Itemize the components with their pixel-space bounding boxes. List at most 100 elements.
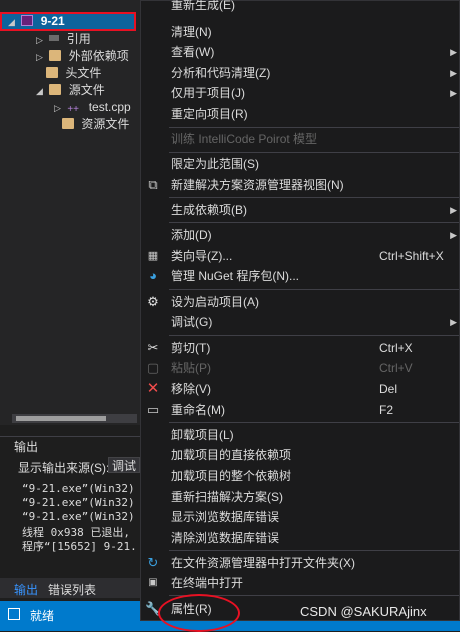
project-label: 9-21 xyxy=(40,14,65,28)
menu-item-label: 调试(G) xyxy=(171,315,213,329)
menu-item-shortcut: F2 xyxy=(379,403,394,417)
menu-item-clean[interactable]: 清理(N) xyxy=(141,22,459,42)
menu-item-label: 粘贴(P) xyxy=(171,361,211,375)
menu-item-set-startup[interactable]: ⚙ 设为启动项目(A) xyxy=(141,292,459,312)
menu-item-manage-nuget[interactable]: ◕ 管理 NuGet 程序包(N)... xyxy=(141,266,459,286)
menu-item-paste: ▢ 粘贴(P) Ctrl+V xyxy=(141,358,459,378)
menu-item-rebuild[interactable]: 重新生成(E) xyxy=(141,0,459,15)
menu-item-label: 重命名(M) xyxy=(171,403,225,417)
menu-item-class-wizard[interactable]: ▦ 类向导(Z)... Ctrl+Shift+X xyxy=(141,246,459,266)
submenu-arrow-icon: ▶ xyxy=(450,47,457,57)
menu-separator xyxy=(169,197,459,198)
output-title: 输出 xyxy=(14,440,39,454)
folder-icon xyxy=(49,84,62,95)
menu-item-label: 生成依赖项(B) xyxy=(171,203,247,217)
class-wizard-icon: ▦ xyxy=(147,250,159,262)
project-node-9-21[interactable]: ◢ 9-21 xyxy=(0,12,136,31)
expanded-arrow-icon[interactable]: ◢ xyxy=(36,83,46,100)
collapsed-arrow-icon[interactable]: ▷ xyxy=(54,100,64,117)
menu-item-label: 新建解决方案资源管理器视图(N) xyxy=(171,178,344,192)
scrollbar-thumb[interactable] xyxy=(16,416,106,421)
output-source-label: 显示输出来源(S): xyxy=(18,461,110,475)
tree-item-references[interactable]: ▷ 引用 xyxy=(36,31,91,48)
menu-item-shortcut: Ctrl+V xyxy=(379,361,413,375)
menu-item-retarget[interactable]: 重定向项目(R) xyxy=(141,104,459,124)
menu-item-view[interactable]: 查看(W) ▶ xyxy=(141,42,459,62)
output-line: “9-21.exe”(Win32) xyxy=(22,496,135,509)
menu-item-cut[interactable]: ✂ 剪切(T) Ctrl+X xyxy=(141,338,459,358)
menu-item-label: 查看(W) xyxy=(171,45,215,59)
submenu-arrow-icon: ▶ xyxy=(450,230,457,240)
folder-icon xyxy=(46,67,58,78)
menu-item-shortcut: Ctrl+X xyxy=(379,341,413,355)
menu-item-remove[interactable]: ✕ 移除(V) Del xyxy=(141,379,459,399)
menu-item-train-intellicode: 训练 IntelliCode Poirot 模型 xyxy=(141,129,459,149)
menu-item-add[interactable]: 添加(D) ▶ xyxy=(141,225,459,245)
submenu-arrow-icon: ▶ xyxy=(450,205,457,215)
references-icon xyxy=(49,35,60,41)
menu-item-analyze[interactable]: 分析和代码清理(Z) ▶ xyxy=(141,63,459,83)
context-menu: 重新生成(E) 清理(N) 查看(W) ▶ 分析和代码清理(Z) ▶ 仅用于项目(J… xyxy=(140,0,460,621)
solution-explorer: ◢ 9-21 ▷ 引用 ▷ 外部依赖项 头文件 ◢ 源文件 ▷ ++ test.… xyxy=(0,0,140,425)
menu-item-label: 重定向项目(R) xyxy=(171,107,248,121)
menu-item-open-in-terminal[interactable]: ▣ 在终端中打开 xyxy=(141,573,459,593)
menu-item-project-only[interactable]: 仅用于项目(J) ▶ xyxy=(141,83,459,103)
menu-item-scope[interactable]: 限定为此范围(S) xyxy=(141,154,459,174)
clipboard-icon: ▢ xyxy=(146,360,160,375)
status-icon xyxy=(8,608,20,620)
collapsed-arrow-icon[interactable]: ▷ xyxy=(36,49,46,66)
menu-item-label: 加载项目的直接依赖项 xyxy=(171,448,292,462)
menu-item-label: 卸载项目(L) xyxy=(171,428,234,442)
menu-item-rescan-solution[interactable]: 重新扫描解决方案(S) xyxy=(141,487,459,507)
tab-output[interactable]: 输出 xyxy=(14,581,38,598)
menu-item-load-dep-tree[interactable]: 加载项目的整个依赖树 xyxy=(141,466,459,486)
output-source-select[interactable]: 调试 xyxy=(108,457,140,473)
output-line: “9-21.exe”(Win32) xyxy=(22,482,135,495)
menu-item-clear-db-errors[interactable]: 清除浏览数据库错误 xyxy=(141,528,459,548)
menu-item-label: 限定为此范围(S) xyxy=(171,157,259,171)
tree-item-label: 头文件 xyxy=(65,66,102,80)
tree-item-label: 资源文件 xyxy=(81,117,130,131)
submenu-arrow-icon: ▶ xyxy=(450,317,457,327)
menu-item-label: 仅用于项目(J) xyxy=(171,86,245,100)
menu-item-show-db-errors[interactable]: 显示浏览数据库错误 xyxy=(141,507,459,527)
menu-item-load-direct-deps[interactable]: 加载项目的直接依赖项 xyxy=(141,445,459,465)
tree-item-test-cpp[interactable]: ▷ ++ test.cpp xyxy=(54,99,131,116)
menu-separator xyxy=(169,335,459,336)
tree-item-label: 引用 xyxy=(66,32,91,46)
menu-separator xyxy=(169,127,459,128)
tree-item-source-files[interactable]: ◢ 源文件 xyxy=(36,82,105,99)
menu-item-rename[interactable]: ▭ 重命名(M) F2 xyxy=(141,400,459,420)
menu-item-label: 显示浏览数据库错误 xyxy=(171,510,280,524)
menu-item-shortcut: Del xyxy=(379,382,398,396)
menu-item-label: 设为启动项目(A) xyxy=(171,295,259,309)
tree-item-label: test.cpp xyxy=(88,100,131,114)
menu-item-label: 分析和代码清理(Z) xyxy=(171,66,271,80)
tree-item-label: 外部依赖项 xyxy=(68,49,129,63)
menu-separator xyxy=(169,550,459,551)
submenu-arrow-icon: ▶ xyxy=(450,88,457,98)
tree-item-external-deps[interactable]: ▷ 外部依赖项 xyxy=(36,48,129,65)
watermark: CSDN @SAKURAjinx xyxy=(300,604,427,619)
menu-item-new-explorer-view[interactable]: ⧉ 新建解决方案资源管理器视图(N) xyxy=(141,175,459,195)
tree-item-resource-files[interactable]: 资源文件 xyxy=(62,116,129,133)
collapsed-arrow-icon[interactable]: ▷ xyxy=(36,32,46,49)
menu-item-build-deps[interactable]: 生成依赖项(B) ▶ xyxy=(141,200,459,220)
new-view-icon: ⧉ xyxy=(148,177,158,192)
menu-item-label: 在文件资源管理器中打开文件夹(X) xyxy=(171,556,355,570)
menu-item-label: 训练 IntelliCode Poirot 模型 xyxy=(171,132,318,146)
tab-error-list[interactable]: 错误列表 xyxy=(48,581,96,598)
highlight-circle xyxy=(158,594,240,632)
menu-item-label: 移除(V) xyxy=(171,382,211,396)
scissors-icon: ✂ xyxy=(147,340,159,355)
menu-item-unload-project[interactable]: 卸载项目(L) xyxy=(141,425,459,445)
expand-arrow-icon[interactable]: ◢ xyxy=(8,15,18,30)
menu-item-label: 清理(N) xyxy=(171,25,212,39)
menu-item-debug[interactable]: 调试(G) ▶ xyxy=(141,312,459,332)
status-text: 就绪 xyxy=(30,609,55,623)
tree-item-header-files[interactable]: 头文件 xyxy=(46,65,101,82)
output-line: 程序“[15652] 9-21. xyxy=(22,540,137,553)
menu-item-shortcut: Ctrl+Shift+X xyxy=(379,249,444,263)
terminal-icon: ▣ xyxy=(148,577,158,588)
menu-item-open-in-explorer[interactable]: ↻ 在文件资源管理器中打开文件夹(X) xyxy=(141,553,459,573)
